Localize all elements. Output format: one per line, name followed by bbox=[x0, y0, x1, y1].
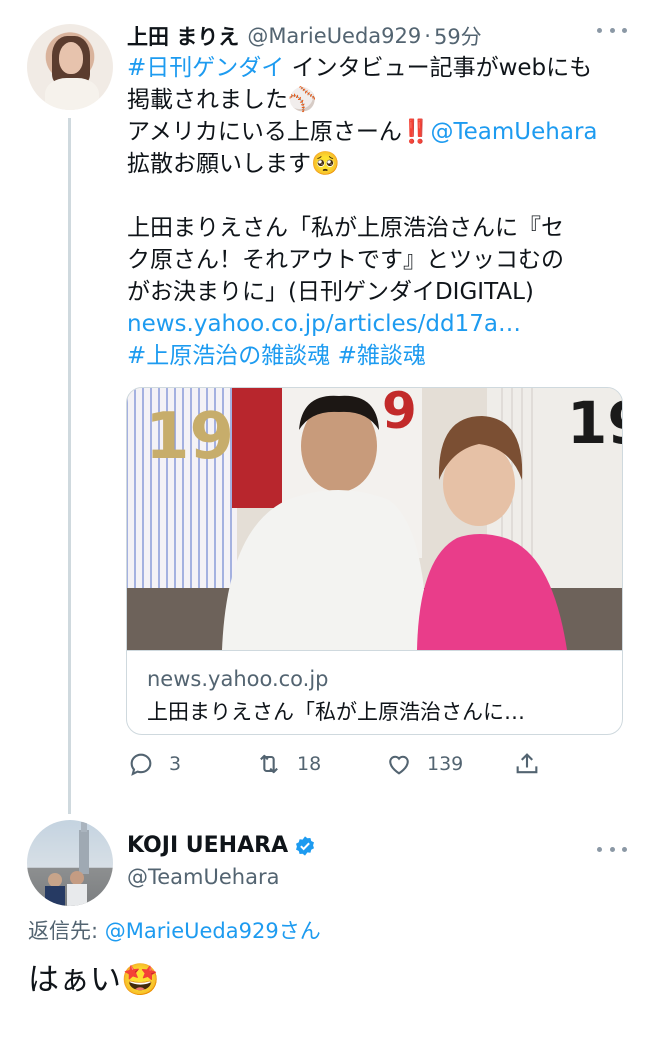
more-icon[interactable] bbox=[597, 842, 627, 856]
reply-author-handle[interactable]: @TeamUehara bbox=[127, 865, 279, 889]
author-handle[interactable]: @MarieUeda929 bbox=[247, 24, 421, 48]
tweet-actions: 3 18 139 bbox=[127, 746, 557, 782]
text-line: アメリカにいる上原さーん bbox=[127, 119, 402, 145]
like-icon bbox=[389, 755, 409, 775]
svg-text:19: 19 bbox=[567, 389, 623, 457]
avatar-body bbox=[45, 78, 99, 110]
tweet-header: 上田 まりえ @MarieUeda929 · 59分 bbox=[127, 20, 482, 52]
retweet-count: 18 bbox=[297, 753, 322, 775]
author-name[interactable]: 上田 まりえ bbox=[127, 21, 239, 51]
reply-author-name: KOJI UEHARA bbox=[127, 833, 289, 858]
share-button[interactable] bbox=[513, 746, 555, 782]
reply-to-prefix: 返信先: bbox=[28, 919, 105, 943]
verified-badge-icon bbox=[296, 835, 315, 856]
card-domain: news.yahoo.co.jp bbox=[147, 667, 329, 691]
link-preview-card[interactable]: 19 9 19 news.yahoo.co.jp 上田まりえさん「私が上原浩 bbox=[126, 387, 623, 735]
text-line: ク原さん！それアウトです』とツッコむの bbox=[127, 247, 564, 273]
double-exclamation-emoji: ‼️ bbox=[401, 119, 431, 145]
avatar-face bbox=[59, 42, 83, 74]
article-link[interactable]: news.yahoo.co.jp/articles/dd17a… bbox=[127, 311, 521, 337]
mention-teamuehara[interactable]: @TeamUehara bbox=[431, 119, 598, 145]
tweet-time[interactable]: 59分 bbox=[434, 21, 482, 51]
thread-connector-line bbox=[68, 118, 71, 814]
separator: · bbox=[424, 24, 431, 48]
reply-button[interactable]: 3 bbox=[127, 746, 181, 782]
hashtags-zatsudan[interactable]: #上原浩治の雑談魂 #雑談魂 bbox=[127, 343, 426, 369]
avatar[interactable] bbox=[27, 24, 113, 110]
reply-author[interactable]: KOJI UEHARA bbox=[127, 833, 316, 858]
like-count: 139 bbox=[427, 753, 464, 775]
retweet-button[interactable]: 18 bbox=[255, 746, 321, 782]
text-line: がお決まりに」(日刊ゲンダイDIGITAL) bbox=[127, 279, 534, 305]
svg-text:19: 19 bbox=[145, 400, 234, 474]
share-icon bbox=[516, 753, 538, 774]
reply-text: はぁい🤩 bbox=[28, 962, 160, 998]
reply-count: 3 bbox=[169, 753, 182, 775]
retweet-icon bbox=[260, 754, 278, 774]
reply-to-line: 返信先: @MarieUeda929さん bbox=[28, 915, 321, 945]
reply-icon bbox=[130, 753, 152, 776]
card-meta: news.yahoo.co.jp 上田まりえさん「私が上原浩治さんに… bbox=[127, 650, 622, 734]
svg-text:9: 9 bbox=[382, 388, 417, 440]
like-button[interactable]: 139 bbox=[385, 746, 463, 782]
reply-avatar[interactable] bbox=[27, 820, 113, 906]
card-image: 19 9 19 bbox=[127, 388, 623, 650]
reply-to-mention[interactable]: @MarieUeda929さん bbox=[105, 919, 321, 943]
text-line: インタビュー記事がwebにも bbox=[284, 55, 593, 81]
text-line: 拡散お願いします🥺 bbox=[127, 151, 340, 177]
tweet-text: #日刊ゲンダイ インタビュー記事がwebにも 掲載されました⚾ アメリカにいる上… bbox=[127, 52, 627, 372]
hashtag-nikkan-gendai[interactable]: #日刊ゲンダイ bbox=[127, 55, 284, 81]
text-line: 掲載されました⚾ bbox=[127, 87, 317, 113]
text-line: 上田まりえさん「私が上原浩治さんに『セ bbox=[127, 215, 564, 241]
card-title: 上田まりえさん「私が上原浩治さんに… bbox=[147, 700, 525, 724]
more-icon[interactable] bbox=[597, 23, 627, 37]
